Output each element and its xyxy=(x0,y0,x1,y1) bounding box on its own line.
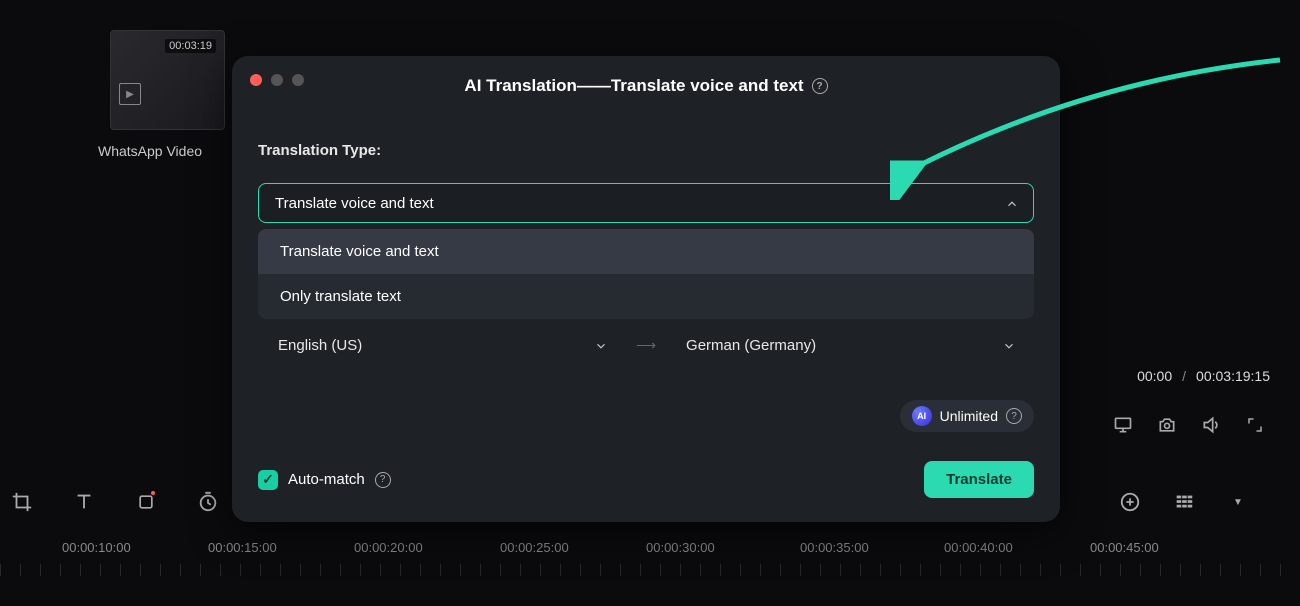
dialog-title: AI Translation——Translate voice and text xyxy=(464,76,803,96)
current-time: 00:00 xyxy=(1137,368,1172,384)
playback-time-display: 00:00 / 00:03:19:15 xyxy=(1137,368,1270,384)
auto-match-label: Auto-match xyxy=(288,471,365,488)
dropdown-option-text-only[interactable]: Only translate text xyxy=(258,274,1034,319)
timeline-ruler[interactable]: 00:00:10:00 00:00:15:00 00:00:20:00 00:00:2… xyxy=(0,530,1300,590)
total-time: 00:03:19:15 xyxy=(1196,368,1270,384)
window-minimize-icon[interactable] xyxy=(271,74,283,86)
translation-type-label: Translation Type: xyxy=(258,142,1034,159)
monitor-icon[interactable] xyxy=(1112,414,1134,436)
timer-icon[interactable] xyxy=(196,490,220,514)
add-track-icon[interactable] xyxy=(1118,490,1142,514)
auto-match-checkbox[interactable]: ✓ xyxy=(258,470,278,490)
fullscreen-icon[interactable] xyxy=(1244,414,1266,436)
timeline-tick-label: 00:00:45:00 xyxy=(1090,540,1159,555)
unlimited-badge: AI Unlimited ? xyxy=(900,400,1034,432)
timeline-tick-label: 00:00:20:00 xyxy=(354,540,423,555)
volume-icon[interactable] xyxy=(1200,414,1222,436)
translate-button[interactable]: Translate xyxy=(924,461,1034,498)
crop-icon[interactable] xyxy=(10,490,34,514)
shape-icon[interactable] xyxy=(134,490,158,514)
source-language-value: English (US) xyxy=(278,337,362,354)
video-type-icon: ▶ xyxy=(119,83,141,105)
help-icon[interactable]: ? xyxy=(375,472,391,488)
camera-icon[interactable] xyxy=(1156,414,1178,436)
timeline-tick-label: 00:00:30:00 xyxy=(646,540,715,555)
timeline-tick-label: 00:00:10:00 xyxy=(62,540,131,555)
unlimited-label: Unlimited xyxy=(940,408,998,424)
timeline-tick-label: 00:00:15:00 xyxy=(208,540,277,555)
window-zoom-icon[interactable] xyxy=(292,74,304,86)
media-label: WhatsApp Video xyxy=(98,143,202,159)
chevron-down-icon xyxy=(594,339,606,351)
grid-view-icon[interactable] xyxy=(1172,490,1196,514)
target-language-select[interactable]: German (Germany) xyxy=(674,327,1026,363)
ai-icon: AI xyxy=(912,406,932,426)
dropdown-option-voice-text[interactable]: Translate voice and text xyxy=(258,229,1034,274)
timeline-tick-label: 00:00:25:00 xyxy=(500,540,569,555)
text-icon[interactable] xyxy=(72,490,96,514)
chevron-up-icon xyxy=(1005,197,1017,209)
translation-type-select[interactable]: Translate voice and text xyxy=(258,183,1034,223)
timeline-tick-label: 00:00:35:00 xyxy=(800,540,869,555)
source-language-select[interactable]: English (US) xyxy=(266,327,618,363)
translation-type-value: Translate voice and text xyxy=(275,195,434,212)
timeline-tick-label: 00:00:40:00 xyxy=(944,540,1013,555)
media-duration-badge: 00:03:19 xyxy=(165,39,216,53)
target-language-value: German (Germany) xyxy=(686,337,816,354)
dropdown-menu-icon[interactable]: ▼ xyxy=(1226,490,1250,514)
time-separator: / xyxy=(1182,368,1186,384)
help-icon[interactable]: ? xyxy=(1006,408,1022,424)
window-close-icon[interactable] xyxy=(250,74,262,86)
chevron-down-icon xyxy=(1002,339,1014,351)
help-icon[interactable]: ? xyxy=(812,78,828,94)
translation-type-dropdown: Translate voice and text Only translate … xyxy=(258,229,1034,319)
media-thumbnail[interactable]: 00:03:19 ▶ xyxy=(110,30,225,130)
ai-translation-dialog: AI Translation——Translate voice and text… xyxy=(232,56,1060,522)
arrow-right-icon: ⟶ xyxy=(636,337,656,354)
